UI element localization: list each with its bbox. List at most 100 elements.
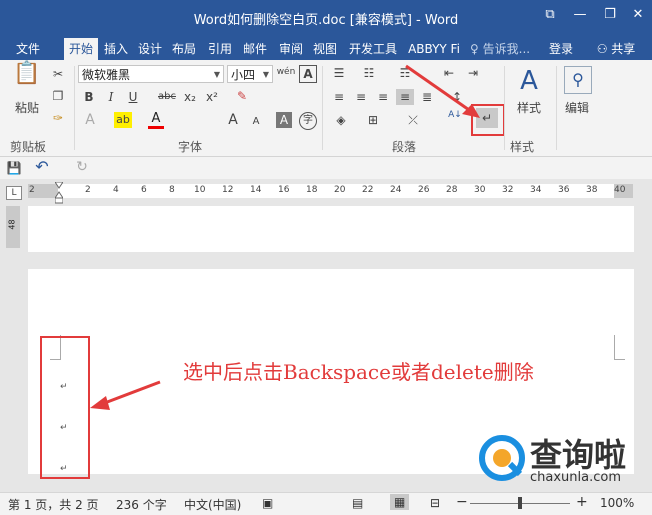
text-effects-icon[interactable]: A xyxy=(82,112,98,128)
zoom-out-button[interactable]: − xyxy=(456,494,468,510)
shading-icon[interactable]: ◈ xyxy=(332,112,350,128)
tab-view[interactable]: 视图 xyxy=(308,38,342,60)
person-icon: ⚇ xyxy=(596,42,608,56)
bold-button[interactable]: B xyxy=(82,89,96,105)
page-count[interactable]: 第 1 页，共 2 页 xyxy=(8,496,99,513)
font-color-icon[interactable]: A xyxy=(148,112,164,129)
tell-me-box[interactable]: ♀ 告诉我... xyxy=(470,38,536,60)
tab-layout[interactable]: 布局 xyxy=(168,38,200,60)
web-layout-icon[interactable]: ⊟ xyxy=(430,496,440,510)
ruler-number: 18 xyxy=(306,185,318,195)
ruler-number: 10 xyxy=(194,185,206,195)
magnifier-logo-icon xyxy=(479,435,525,481)
word-count[interactable]: 236 个字 xyxy=(116,496,167,513)
save-icon[interactable]: 💾 xyxy=(6,160,22,176)
tab-home[interactable]: 开始 xyxy=(64,38,98,60)
divider xyxy=(322,66,323,150)
bullets-icon[interactable]: ☰ xyxy=(330,65,348,81)
align-center-icon[interactable]: ≡ xyxy=(352,89,370,105)
styles-icon[interactable]: A xyxy=(514,66,544,96)
watermark-url: chaxunla.com xyxy=(530,470,621,485)
tab-developer[interactable]: 开发工具 xyxy=(344,38,402,60)
minimize-button[interactable]: — xyxy=(570,6,590,24)
tab-mailings[interactable]: 邮件 xyxy=(238,38,272,60)
grow-font-icon[interactable]: A xyxy=(226,112,240,128)
tab-file[interactable]: 文件 xyxy=(8,38,48,60)
styles-group-label: 样式 xyxy=(510,140,535,154)
tab-insert[interactable]: 插入 xyxy=(100,38,132,60)
italic-button[interactable]: I xyxy=(104,89,118,105)
tab-references[interactable]: 引用 xyxy=(202,38,238,60)
character-shading-icon[interactable]: A xyxy=(276,112,292,128)
chevron-down-icon: ▼ xyxy=(213,70,220,79)
find-icon[interactable]: ⚲ xyxy=(564,66,592,94)
tab-abbyy[interactable]: ABBYY Fi xyxy=(404,38,464,60)
ribbon-tabs: 文件 开始 插入 设计 布局 引用 邮件 审阅 视图 开发工具 ABBYY Fi… xyxy=(0,36,652,60)
font-group-label: 字体 xyxy=(178,140,203,154)
horizontal-ruler[interactable]: 2 2 4 6 8 10 12 14 16 18 20 22 24 26 28 … xyxy=(28,184,633,198)
ruler-number: 16 xyxy=(278,185,290,195)
ruler-number: 6 xyxy=(141,185,147,195)
ruler-number: 22 xyxy=(362,185,374,195)
paste-icon[interactable]: 📋 xyxy=(12,63,42,94)
read-mode-icon[interactable]: ▤ xyxy=(352,496,363,510)
tab-design[interactable]: 设计 xyxy=(134,38,166,60)
strikethrough-button[interactable]: abc xyxy=(156,89,178,105)
ruler-number: 14 xyxy=(250,185,262,195)
document-page-1[interactable] xyxy=(28,206,634,252)
shrink-font-icon[interactable]: A xyxy=(250,114,262,130)
font-size-select[interactable]: 小四 ▼ xyxy=(227,65,273,83)
enclose-characters-icon[interactable]: 字 xyxy=(299,112,317,130)
font-name-select[interactable]: 微软雅黑 ▼ xyxy=(78,65,224,83)
clipboard-group-label: 剪贴板 xyxy=(10,140,47,154)
font-name-value: 微软雅黑 xyxy=(82,68,131,82)
paragraph-group-label: 段落 xyxy=(392,140,417,154)
ruler-number: 34 xyxy=(530,185,542,195)
language-indicator[interactable]: 中文(中国) xyxy=(184,496,241,513)
title-bar: Word如何删除空白页.doc [兼容模式] - Word ⧉ — ❐ ✕ xyxy=(0,0,652,36)
clear-formatting-icon[interactable]: ✎ xyxy=(234,88,250,104)
chevron-down-icon: ▼ xyxy=(262,70,269,79)
undo-icon[interactable]: ↶ xyxy=(34,159,50,175)
align-left-icon[interactable]: ≡ xyxy=(330,89,348,105)
zoom-level[interactable]: 100% xyxy=(600,496,634,510)
underline-button[interactable]: U xyxy=(126,89,140,105)
ruler-number: 40 xyxy=(614,185,626,195)
tab-selector[interactable]: L xyxy=(6,186,22,200)
styles-label[interactable]: 样式 xyxy=(512,100,546,116)
character-border-icon[interactable]: A xyxy=(299,65,317,83)
divider xyxy=(504,66,505,150)
ruler-number: 38 xyxy=(586,185,598,195)
ribbon: 📋 粘贴 ✂ ❐ ✑ 剪贴板 微软雅黑 ▼ 小四 ▼ wén A B I U abc… xyxy=(0,60,652,157)
macro-icon[interactable]: ▣ xyxy=(262,496,273,510)
divider xyxy=(74,66,75,150)
annotation-arrow xyxy=(405,64,480,118)
zoom-in-button[interactable]: + xyxy=(576,494,588,510)
superscript-button[interactable]: x² xyxy=(204,89,220,105)
phonetic-guide-icon[interactable]: wén xyxy=(276,64,296,80)
indent-marker[interactable] xyxy=(54,181,64,204)
highlight-color-icon[interactable]: ab xyxy=(114,112,132,128)
share-button[interactable]: ⚇ 共享 xyxy=(584,38,648,60)
ribbon-display-options-icon[interactable]: ⧉ xyxy=(540,6,560,24)
signin-link[interactable]: 登录 xyxy=(544,38,578,60)
cut-icon[interactable]: ✂ xyxy=(50,66,66,82)
copy-icon[interactable]: ❐ xyxy=(50,88,66,104)
format-painter-icon[interactable]: ✑ xyxy=(50,110,66,126)
editing-label[interactable]: 编辑 xyxy=(560,100,594,116)
subscript-button[interactable]: x₂ xyxy=(182,89,198,105)
align-right-icon[interactable]: ≡ xyxy=(374,89,392,105)
borders-icon[interactable]: ⊞ xyxy=(364,112,382,128)
paste-label[interactable]: 粘贴 xyxy=(12,100,42,116)
zoom-slider-thumb[interactable] xyxy=(518,497,522,509)
tab-review[interactable]: 审阅 xyxy=(274,38,308,60)
print-layout-icon[interactable]: ▦ xyxy=(390,494,410,510)
redo-icon[interactable]: ↻ xyxy=(74,159,90,175)
numbering-icon[interactable]: ☷ xyxy=(360,65,378,81)
restore-button[interactable]: ❐ xyxy=(600,6,620,24)
vertical-ruler[interactable]: 48 xyxy=(6,206,20,248)
tell-me-text: 告诉我... xyxy=(482,42,531,56)
close-button[interactable]: ✕ xyxy=(628,6,648,24)
ruler-number: 26 xyxy=(418,185,430,195)
selection-highlight-box xyxy=(40,336,90,479)
